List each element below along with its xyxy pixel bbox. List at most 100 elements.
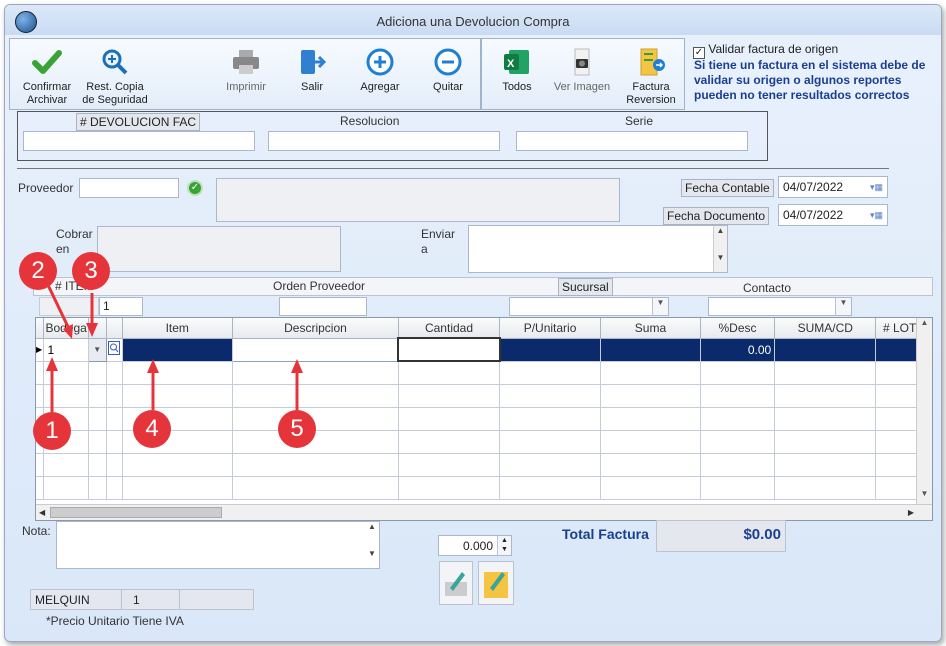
supplier-validate-icon[interactable]: ✓ <box>187 180 203 196</box>
chevron-down-icon: ▼ <box>652 298 668 315</box>
nota-textarea[interactable]: ▲ ▼ <box>56 521 380 569</box>
excel-icon: X <box>504 50 529 74</box>
enviar-textarea[interactable]: ▲ ▼ <box>468 225 728 273</box>
col-sumacd[interactable]: SUMA/CD <box>774 318 877 339</box>
textarea-scrollbar[interactable]: ▲ ▼ <box>713 226 727 272</box>
reversal-icon <box>640 48 665 76</box>
table-row[interactable]: ▶ 1 ▼ 0.00 <box>36 337 932 362</box>
validate-origin-checkbox[interactable]: ✓ Validar factura de origen <box>693 42 838 59</box>
textarea-scrollbar[interactable]: ▲ ▼ <box>365 522 379 568</box>
resolution-input[interactable] <box>268 131 500 151</box>
series-label: Serie <box>625 114 654 128</box>
items-count-spacer <box>39 297 99 316</box>
view-image-button[interactable]: Ver Imagen <box>552 47 612 94</box>
edit-note-button[interactable] <box>439 561 473 605</box>
validation-warning-text: Si tiene un factura en el sistema debe d… <box>694 58 926 102</box>
cell-punitario[interactable] <box>499 338 602 362</box>
spinner-arrows-icon[interactable]: ▲ ▼ <box>497 536 511 555</box>
exit-button[interactable]: Salir <box>284 47 340 94</box>
doc-number-input[interactable] <box>23 131 255 151</box>
validate-origin-label: Validar factura de origen <box>708 42 839 56</box>
table-row[interactable] <box>36 453 932 477</box>
user-number: 1 <box>133 593 140 607</box>
supplier-name-display <box>216 178 620 222</box>
table-row[interactable] <box>36 361 932 385</box>
orden-proveedor-label: Orden Proveedor <box>273 279 366 293</box>
discount-spinner[interactable]: 0.000 ▲ ▼ <box>438 535 512 556</box>
remove-button[interactable]: Quitar <box>420 47 476 94</box>
col-descripcion[interactable]: Descripcion <box>232 318 399 339</box>
contacto-select[interactable]: ▼ <box>708 297 852 316</box>
col-punitario[interactable]: P/Unitario <box>499 318 602 339</box>
grid-vertical-scrollbar[interactable]: ▲ ▼ <box>916 318 932 506</box>
col-suma[interactable]: Suma <box>600 318 701 339</box>
doc-number-label: # DEVOLUCION FAC <box>76 113 201 131</box>
col-cantidad[interactable]: Cantidad <box>398 318 501 339</box>
row-indicator-header <box>36 318 45 339</box>
exit-door-icon <box>301 50 327 74</box>
sucursal-select[interactable]: ▼ <box>509 297 669 316</box>
calendar-icon[interactable]: ▾▦ <box>870 210 883 221</box>
scroll-left-icon[interactable]: ◀ <box>39 508 45 517</box>
cell-desc[interactable]: 0.00 <box>700 338 776 362</box>
window-title: Adiciona una Devolucion Compra <box>376 14 570 29</box>
invoice-reversal-label: Factura Reversion <box>626 81 676 106</box>
series-input[interactable] <box>516 131 748 151</box>
fecha-documento-picker[interactable]: 04/07/2022 ▾▦ <box>778 204 888 226</box>
status-divider <box>121 590 122 609</box>
iva-note: *Precio Unitario Tiene IVA <box>46 614 184 628</box>
confirm-archive-button[interactable]: Confirmar Archivar <box>16 47 78 107</box>
table-row[interactable] <box>36 430 932 454</box>
confirm-archive-label: Confirmar Archivar <box>22 81 72 106</box>
spinner-value: 0.000 <box>462 539 493 553</box>
plus-circle-icon <box>366 48 394 76</box>
cell-sumacd[interactable] <box>774 338 877 362</box>
row-pointer-icon: ▶ <box>36 338 45 362</box>
invoice-reversal-button[interactable]: Factura Reversion <box>622 47 680 107</box>
view-image-label: Ver Imagen <box>553 81 611 93</box>
cell-cantidad[interactable] <box>397 337 501 362</box>
cell-item[interactable] <box>122 338 233 362</box>
table-row[interactable] <box>36 384 932 408</box>
status-bar: MELQUIN 1 <box>30 589 254 610</box>
col-bodega[interactable]: Bodega <box>43 318 89 339</box>
fecha-contable-value: 04/07/2022 <box>783 180 844 194</box>
title-bar: Adiciona una Devolucion Compra <box>5 5 941 35</box>
items-grid[interactable]: Bodega Item Descripcion Cantidad P/Unita… <box>35 317 933 521</box>
table-row[interactable] <box>36 476 932 500</box>
cell-descripcion[interactable] <box>231 337 399 362</box>
supplier-label: Proveedor <box>18 181 74 195</box>
total-label: Total Factura <box>562 526 649 542</box>
table-row[interactable] <box>36 407 932 431</box>
bodega-dropdown-icon[interactable]: ▼ <box>87 337 107 362</box>
fecha-documento-label: Fecha Documento <box>663 207 770 225</box>
restore-backup-button[interactable]: Rest. Copia de Seguridad <box>80 47 150 107</box>
search-icon[interactable] <box>106 338 123 362</box>
fecha-contable-picker[interactable]: 04/07/2022 ▾▦ <box>778 176 888 198</box>
calendar-icon[interactable]: ▾▦ <box>870 182 883 193</box>
cell-suma[interactable] <box>600 338 701 362</box>
camera-icon <box>574 48 590 76</box>
supplier-code-input[interactable] <box>79 178 179 198</box>
remove-label: Quitar <box>433 81 463 93</box>
col-search-spacer <box>106 318 123 339</box>
app-globe-icon <box>15 11 37 33</box>
magnifier-plus-icon <box>102 49 128 75</box>
fecha-contable-label: Fecha Contable <box>681 179 774 197</box>
cobrar-label: Cobrar en <box>56 227 93 256</box>
cobrar-textarea[interactable] <box>97 226 341 272</box>
print-button[interactable]: Imprimir <box>216 47 276 94</box>
chevron-down-icon: ▼ <box>835 298 851 315</box>
scroll-thumb[interactable] <box>50 507 222 518</box>
edit-note-alt-button[interactable] <box>478 561 514 605</box>
col-bodega-search[interactable] <box>88 318 107 339</box>
total-value: $0.00 <box>656 520 786 552</box>
all-excel-button[interactable]: X Todos <box>492 47 542 94</box>
col-item[interactable]: Item <box>122 318 233 339</box>
cell-bodega[interactable]: 1 <box>43 338 89 362</box>
add-button[interactable]: Agregar <box>352 47 408 94</box>
orden-proveedor-input[interactable] <box>279 297 367 316</box>
col-desc[interactable]: %Desc <box>700 318 776 339</box>
grid-horizontal-scrollbar[interactable]: ◀ ▶ <box>36 504 932 520</box>
scroll-right-icon[interactable]: ▶ <box>908 508 914 517</box>
